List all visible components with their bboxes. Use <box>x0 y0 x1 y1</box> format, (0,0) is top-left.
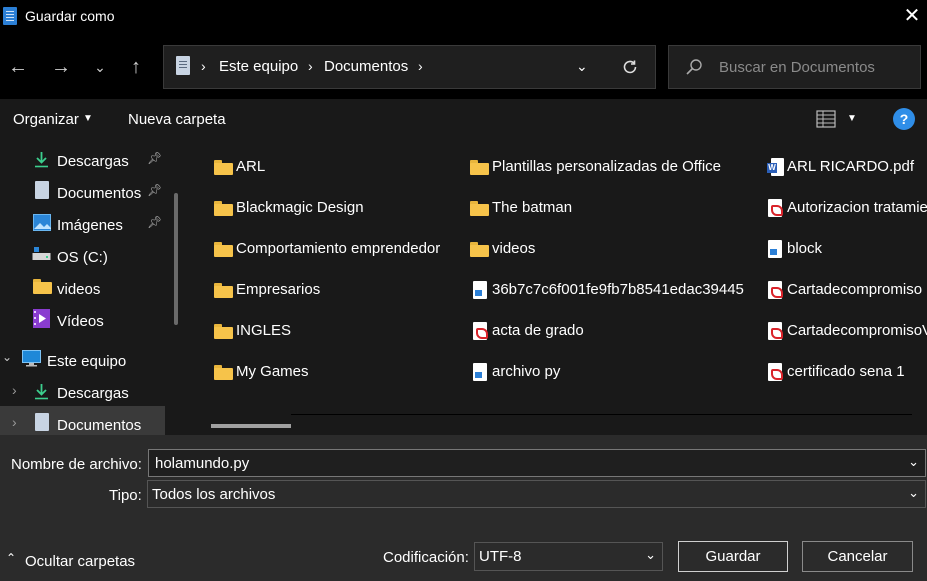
breadcrumb-separator-icon[interactable]: › <box>418 58 423 74</box>
filename-field[interactable]: holamundo.py ⌄ <box>148 449 926 477</box>
file-list: ARL Blackmagic Design Comportamiento emp… <box>186 138 927 435</box>
sidebar-item-documentos[interactable]: Documentos 📌︎ <box>0 174 186 206</box>
hide-folders-button[interactable]: Ocultar carpetas <box>25 553 135 570</box>
folder-icon <box>214 160 233 175</box>
chevron-down-icon[interactable]: ⌄ <box>908 485 919 501</box>
sidebar-item-descargas[interactable]: Descargas 📌︎ <box>0 142 186 174</box>
up-arrow-icon[interactable]: ↑ <box>122 53 150 81</box>
sidebar-item-label: OS (C:) <box>57 249 108 266</box>
window-title: Guardar como <box>25 8 115 24</box>
file-icon <box>473 281 487 299</box>
pdf-icon <box>473 322 488 340</box>
download-icon <box>35 384 48 400</box>
folder-icon <box>470 201 489 216</box>
cancel-button[interactable]: Cancelar <box>802 541 913 572</box>
file-type-select[interactable]: Todos los archivos ⌄ <box>147 480 926 508</box>
horizontal-scrollbar[interactable] <box>211 424 291 428</box>
sidebar-item-label: Descargas <box>57 153 129 170</box>
pdf-icon <box>768 281 783 299</box>
sidebar-item-videos-library[interactable]: Vídeos <box>0 302 186 334</box>
title-bar <box>0 0 927 33</box>
document-icon <box>35 413 49 431</box>
close-icon[interactable]: ✕ <box>899 3 925 29</box>
save-button[interactable]: Guardar <box>678 541 788 572</box>
breadcrumb-este-equipo[interactable]: Este equipo <box>219 58 298 75</box>
folder-icon <box>470 242 489 257</box>
chevron-right-icon[interactable]: › <box>12 414 17 430</box>
chevron-down-icon[interactable]: ⌄ <box>2 350 12 364</box>
word-icon: W <box>767 158 784 176</box>
document-icon <box>35 181 49 199</box>
sidebar-item-label: Este equipo <box>47 353 127 370</box>
encoding-select[interactable]: UTF-8 ⌄ <box>474 542 663 571</box>
new-folder-button[interactable]: Nueva carpeta <box>128 111 226 128</box>
sidebar-item-os-c[interactable]: OS (C:) <box>0 238 186 270</box>
sidebar-item-descargas-child[interactable]: › Descargas <box>0 374 186 406</box>
video-icon <box>33 309 50 328</box>
view-options-icon[interactable] <box>816 109 836 129</box>
organize-menu[interactable]: Organizar <box>13 111 79 128</box>
pin-icon[interactable]: 📌︎ <box>147 183 162 197</box>
recent-locations-chevron-icon[interactable]: ⌄ <box>86 53 114 81</box>
chevron-down-icon[interactable]: ⌄ <box>645 547 656 563</box>
breadcrumb-separator-icon[interactable]: › <box>201 58 206 74</box>
back-arrow-icon[interactable]: ← <box>4 53 32 81</box>
folder-icon <box>214 283 233 298</box>
pdf-icon <box>768 322 783 340</box>
folder-icon <box>33 279 52 294</box>
chevron-right-icon[interactable]: › <box>12 382 17 398</box>
view-dropdown-icon[interactable]: ▼ <box>847 113 857 124</box>
computer-icon <box>22 350 41 367</box>
download-icon <box>35 152 48 168</box>
pdf-icon <box>768 363 783 381</box>
encoding-label: Codificación: <box>383 549 469 566</box>
folder-icon <box>470 160 489 175</box>
folder-icon <box>214 201 233 216</box>
pin-icon[interactable]: 📌︎ <box>147 151 162 165</box>
divider <box>291 414 912 415</box>
sidebar-item-videos-folder[interactable]: videos <box>0 270 186 302</box>
pdf-icon <box>768 199 783 217</box>
filename-value[interactable]: holamundo.py <box>155 455 249 472</box>
breadcrumb-documentos[interactable]: Documentos <box>324 58 408 75</box>
navigation-pane: Descargas 📌︎ Documentos 📌︎ Imágenes 📌︎ O… <box>0 138 186 435</box>
file-icon <box>473 363 487 381</box>
sidebar-item-imagenes[interactable]: Imágenes 📌︎ <box>0 206 186 238</box>
breadcrumb-separator-icon[interactable]: › <box>308 58 313 74</box>
type-label: Tipo: <box>109 487 142 504</box>
notepad-icon <box>3 7 17 25</box>
encoding-value: UTF-8 <box>479 548 522 565</box>
folder-icon <box>214 365 233 380</box>
chevron-up-icon[interactable]: ⌃ <box>6 551 16 565</box>
document-icon <box>176 56 190 75</box>
filename-label: Nombre de archivo: <box>11 456 142 473</box>
sidebar-item-label: Descargas <box>57 385 129 402</box>
sidebar-item-este-equipo[interactable]: ⌄ Este equipo <box>0 342 186 374</box>
drive-icon <box>32 247 51 260</box>
organize-dropdown-icon[interactable]: ▼ <box>83 113 93 124</box>
sidebar-item-label: videos <box>57 281 101 298</box>
folder-icon <box>214 242 233 257</box>
help-icon[interactable]: ? <box>893 108 915 130</box>
folder-icon <box>214 324 233 339</box>
sidebar-item-label: Vídeos <box>57 313 104 330</box>
chevron-down-icon[interactable]: ⌄ <box>908 454 919 470</box>
file-type-value: Todos los archivos <box>152 486 276 503</box>
file-icon <box>768 240 782 258</box>
search-icon <box>686 59 702 75</box>
sidebar-item-documentos-child[interactable]: › Documentos <box>0 406 165 435</box>
sidebar-item-label: Documentos <box>57 185 142 202</box>
pin-icon[interactable]: 📌︎ <box>147 215 162 229</box>
forward-arrow-icon[interactable]: → <box>47 53 75 81</box>
search-input[interactable]: Buscar en Documentos <box>719 59 875 76</box>
address-dropdown-icon[interactable]: ⌄ <box>576 58 588 75</box>
image-icon <box>33 214 51 231</box>
sidebar-item-label: Imágenes <box>57 217 123 234</box>
refresh-icon[interactable] <box>621 58 639 76</box>
sidebar-item-label: Documentos <box>57 417 142 434</box>
sidebar-scrollbar[interactable] <box>174 193 178 325</box>
